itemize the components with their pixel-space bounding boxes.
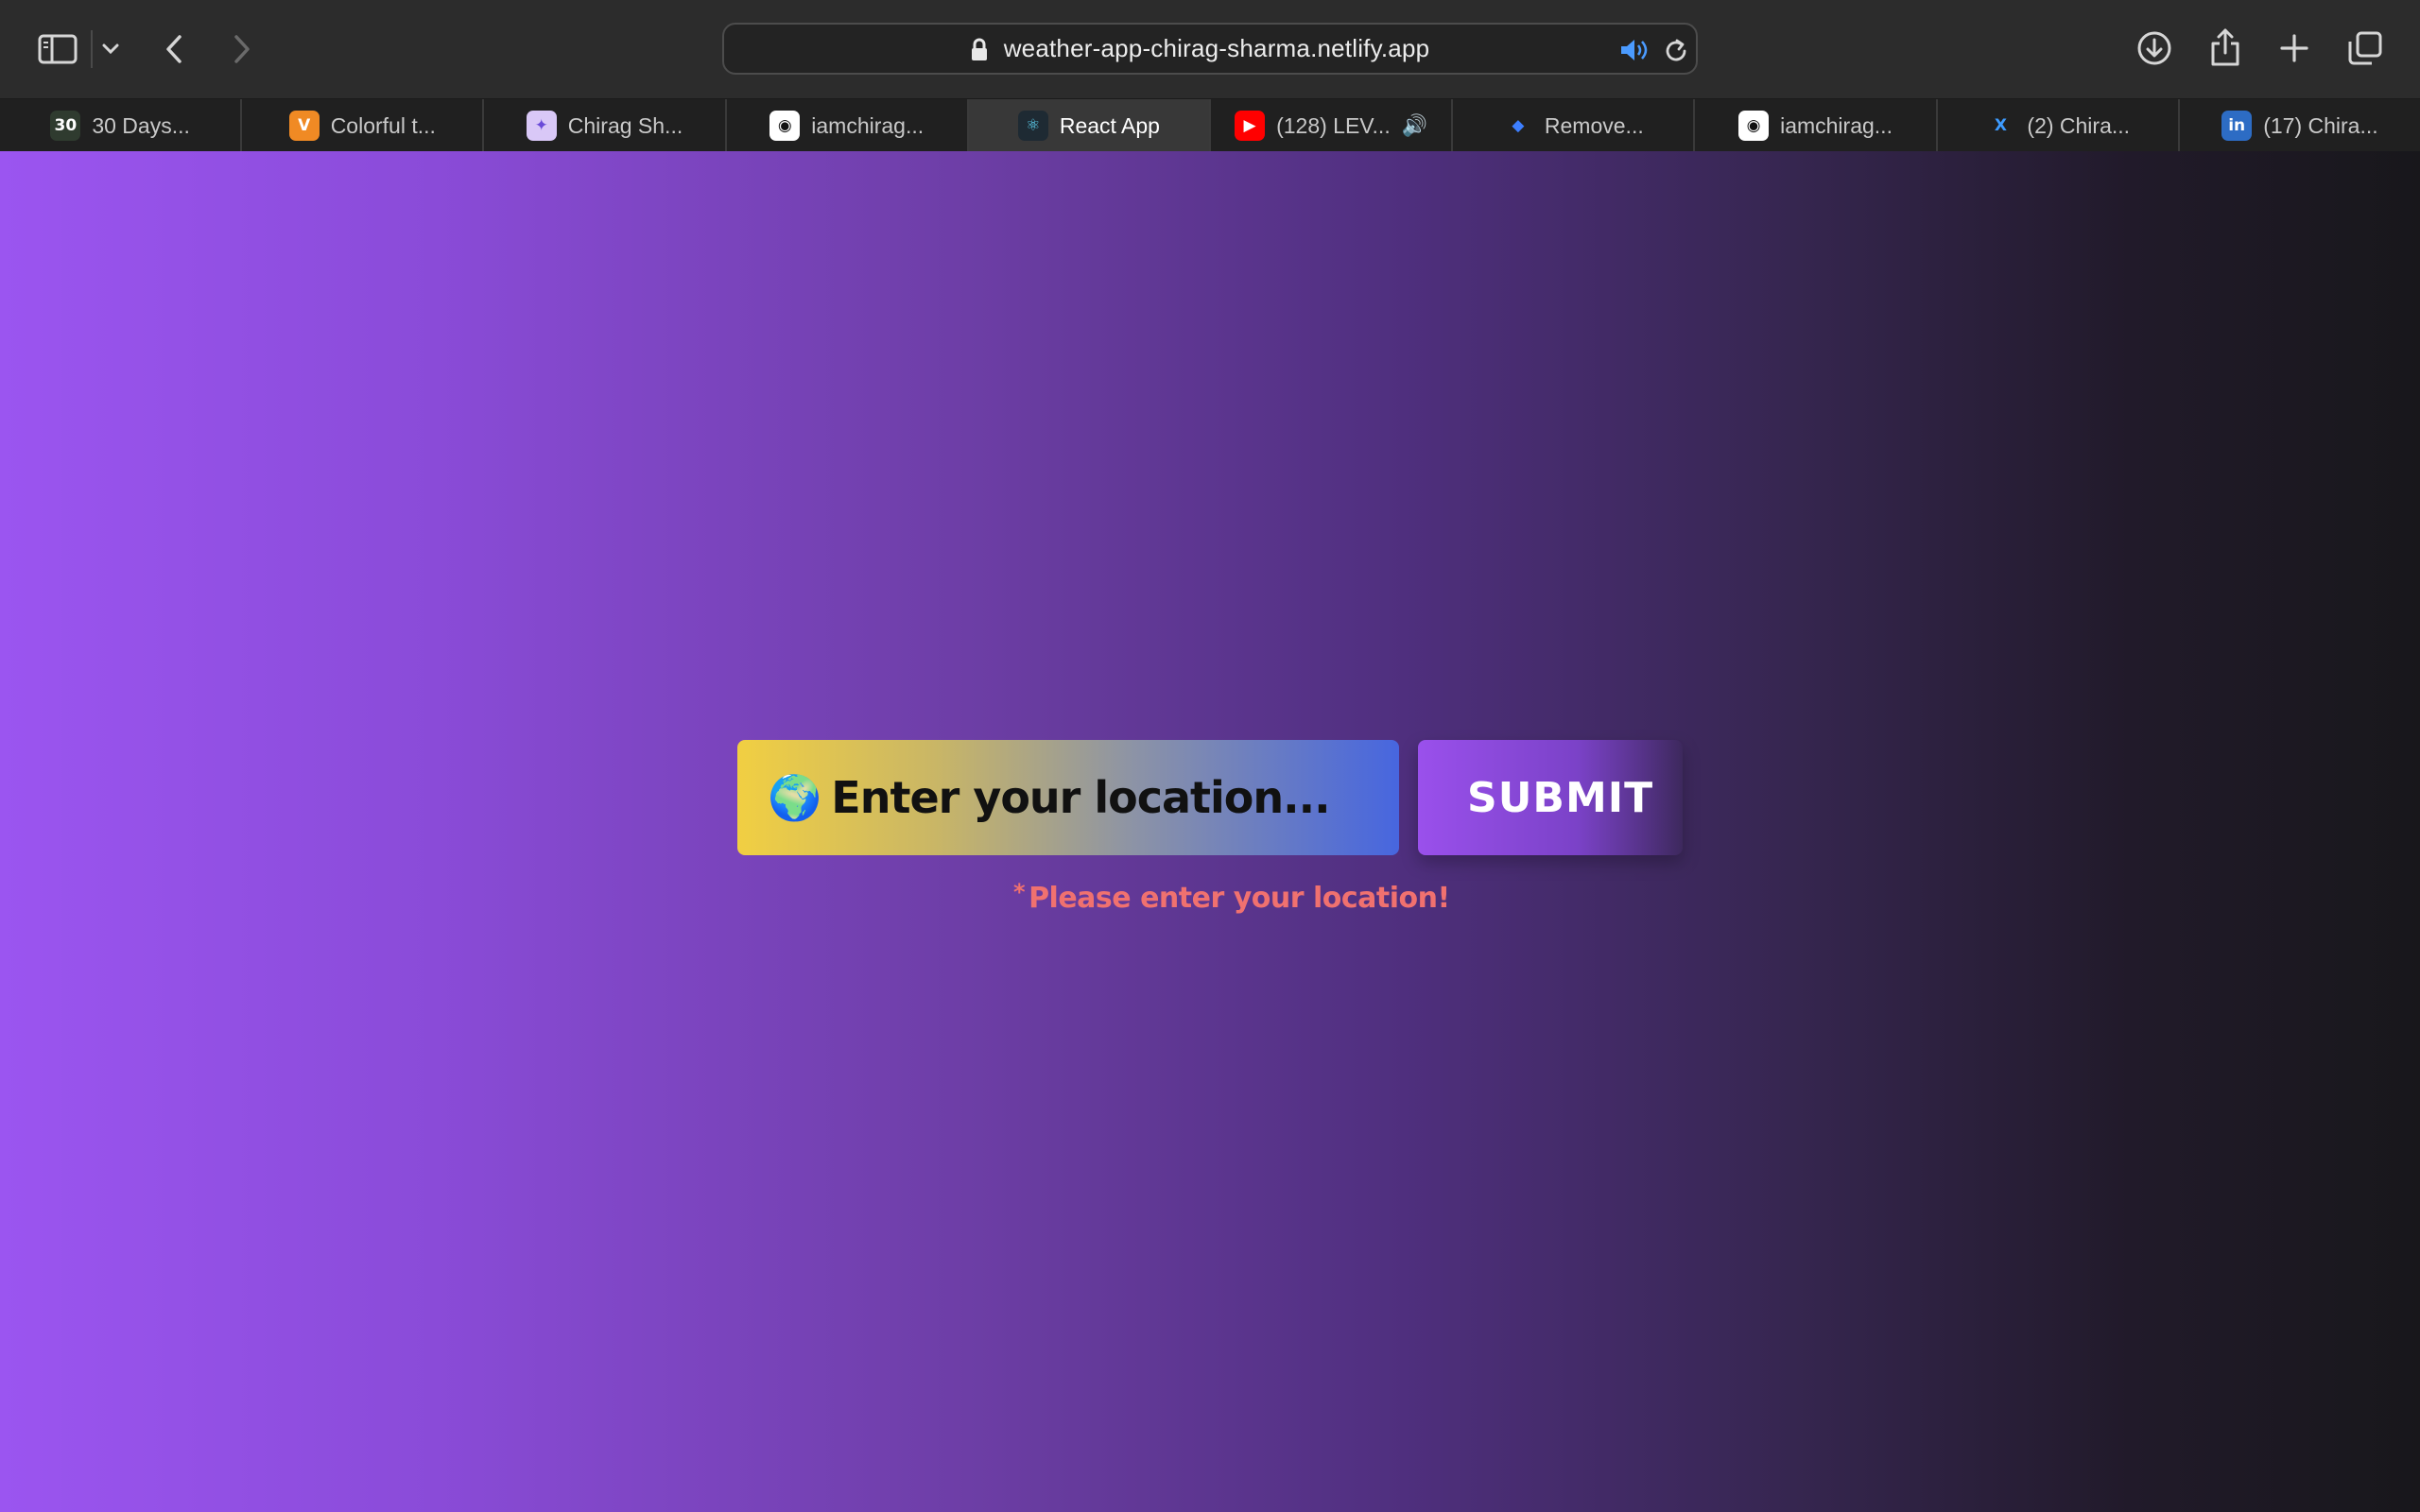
react-icon: ⚛ [1017,111,1048,141]
location-input[interactable] [831,772,1361,823]
browser-tab[interactable]: ◉ iamchirag... [727,99,969,152]
browser-tab[interactable]: ◉ iamchirag... [1695,99,1938,152]
youtube-icon: ▶ [1235,111,1266,141]
share-icon[interactable] [2206,25,2244,70]
lock-icon [970,38,989,62]
tab-audio-icon[interactable]: 🔊 [1402,113,1427,138]
portfolio-icon: ✦ [526,111,557,141]
globe-icon: 🌍 [768,771,822,823]
chevron-down-icon[interactable] [98,36,123,62]
tab-label: iamchirag... [1780,112,1893,138]
browser-tab[interactable]: V Colorful t... [242,99,485,152]
tab-label: 30 Days... [92,112,190,138]
url-text: weather-app-chirag-sharma.netlify.app [1003,34,1430,62]
tab-label: React App [1059,112,1160,138]
tab-label: Chirag Sh... [567,112,683,138]
browser-tab[interactable]: in (17) Chira... [2180,99,2420,152]
speaker-icon[interactable] [1618,37,1651,63]
tab-overview-icon[interactable] [2344,28,2386,68]
submit-button[interactable]: SUBMIT [1418,740,1683,855]
toolbar-divider [91,30,93,68]
tab-label: iamchirag... [811,112,925,138]
browser-tab[interactable]: X (2) Chira... [1938,99,2180,152]
browser-toolbar: weather-app-chirag-sharma.netlify.app [0,0,2420,98]
download-icon[interactable] [2135,26,2174,70]
browser-tab[interactable]: ◆ Remove... [1453,99,1696,152]
browser-tab[interactable]: ⚛ React App [968,99,1212,152]
linkedin-icon: in [2221,111,2253,141]
x-twitter-icon: X [1994,116,2007,135]
app-viewport: 🌍 SUBMIT *Please enter your location! [0,151,2420,1512]
github-icon: ◉ [769,111,801,141]
tab-label: (128) LEV... [1276,112,1391,138]
tab-label: Colorful t... [330,112,436,138]
vite-icon: V [288,111,320,141]
sidebar-toggle-icon[interactable] [34,28,81,70]
remove-bg-icon: ◆ [1512,116,1525,135]
tab-bar: 30 30 Days... V Colorful t... ✦ Chirag Sh... ◉… [0,98,2420,152]
address-bar[interactable]: weather-app-chirag-sharma.netlify.app [722,23,1698,75]
github-icon: ◉ [1738,111,1770,141]
browser-tab[interactable]: ▶ (128) LEV... 🔊 [1211,99,1454,152]
tab-label: Remove... [1544,112,1644,138]
browser-tab[interactable]: ✦ Chirag Sh... [484,99,727,152]
error-text: Please enter your location! [1028,882,1450,915]
forward-arrow-icon[interactable] [223,28,261,70]
error-message: * Please enter your location! [1013,879,1450,915]
tab-label: (2) Chira... [2027,112,2131,138]
reload-icon[interactable] [1662,37,1690,65]
plus-icon[interactable] [2274,28,2314,68]
location-search-box[interactable]: 🌍 [737,740,1399,855]
30-days-icon: 30 [50,111,81,141]
error-asterisk: * [1013,879,1026,905]
tab-label: (17) Chira... [2263,112,2378,138]
browser-tab[interactable]: 30 30 Days... [0,99,243,152]
back-arrow-icon[interactable] [155,28,193,70]
